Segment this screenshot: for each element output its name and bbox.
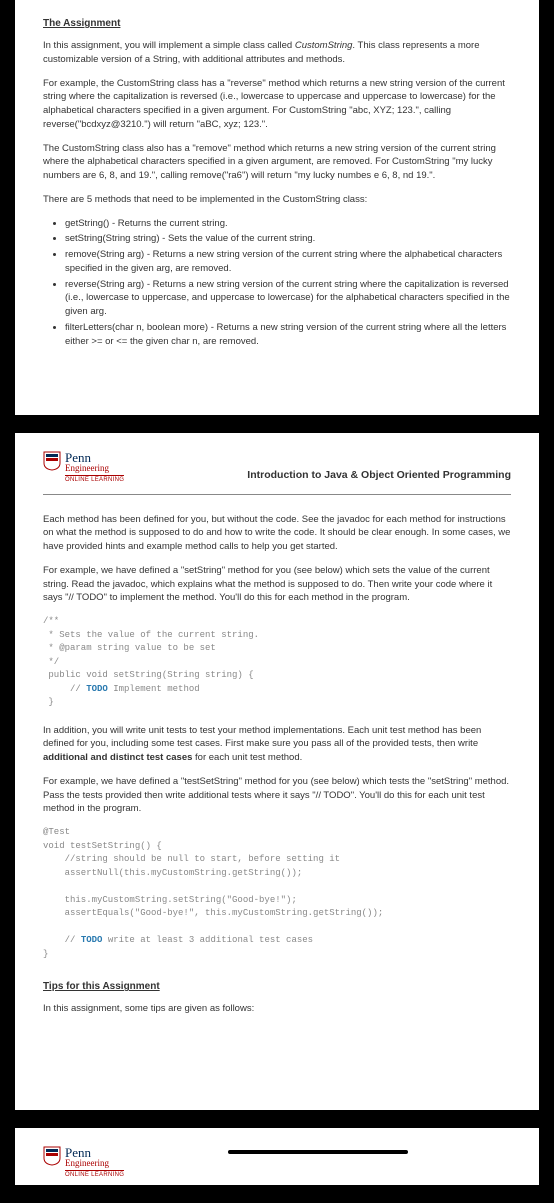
code-line: write at least 3 additional test cases <box>102 935 313 945</box>
code-line: // <box>43 935 81 945</box>
code-line: */ <box>43 657 59 667</box>
intro-paragraph-4: There are 5 methods that need to be impl… <box>43 193 511 207</box>
code-line: /** <box>43 616 59 626</box>
code-line: assertNull(this.myCustomString.getString… <box>43 868 302 878</box>
scrollbar-indicator[interactable] <box>228 1150 408 1154</box>
list-item: getString() - Returns the current string… <box>65 217 511 231</box>
body-paragraph: For example, we have defined a "testSetS… <box>43 775 511 816</box>
intro-paragraph-2: For example, the CustomString class has … <box>43 77 511 132</box>
logo-online-text: ONLINE LEARNING <box>65 475 124 483</box>
list-item: setString(String string) - Sets the valu… <box>65 232 511 246</box>
logo-engineering-text: Engineering <box>65 464 124 473</box>
tips-paragraph: In this assignment, some tips are given … <box>43 1002 511 1016</box>
code-line: // <box>43 684 86 694</box>
page-header: Penn Engineering ONLINE LEARNING <box>43 1146 511 1179</box>
code-line: @Test <box>43 827 70 837</box>
code-line: * @param string value to be set <box>43 643 216 653</box>
header-divider <box>43 494 511 495</box>
todo-keyword: TODO <box>86 684 108 694</box>
code-line: //string should be null to start, before… <box>43 854 340 864</box>
document-page-3: Penn Engineering ONLINE LEARNING <box>15 1128 539 1185</box>
code-line: assertEquals("Good-bye!", this.myCustomS… <box>43 908 383 918</box>
body-paragraph: For example, we have defined a "setStrin… <box>43 564 511 605</box>
code-line: void testSetString() { <box>43 841 162 851</box>
logo-text: Penn Engineering ONLINE LEARNING <box>65 451 124 484</box>
logo-text: Penn Engineering ONLINE LEARNING <box>65 1146 124 1179</box>
code-line: } <box>43 697 54 707</box>
logo-online-text: ONLINE LEARNING <box>65 1170 124 1178</box>
code-line: public void setString(String string) { <box>43 670 254 680</box>
document-page-1: The Assignment In this assignment, you w… <box>15 0 539 415</box>
text: for each unit test method. <box>192 752 302 763</box>
todo-keyword: TODO <box>81 935 103 945</box>
logo-penn-text: Penn <box>65 451 124 464</box>
method-list: getString() - Returns the current string… <box>43 217 511 349</box>
code-line: * Sets the value of the current string. <box>43 630 259 640</box>
logo-engineering-text: Engineering <box>65 1159 124 1168</box>
bold-text: additional and distinct test cases <box>43 752 192 763</box>
document-page-2: Penn Engineering ONLINE LEARNING Introdu… <box>15 433 539 1110</box>
code-line: this.myCustomString.setString("Good-bye!… <box>43 895 297 905</box>
tips-title: Tips for this Assignment <box>43 981 511 992</box>
assignment-title: The Assignment <box>43 18 511 29</box>
code-block-testsetstring: @Test void testSetString() { //string sh… <box>43 826 511 961</box>
list-item: filterLetters(char n, boolean more) - Re… <box>65 321 511 349</box>
intro-paragraph-3: The CustomString class also has a "remov… <box>43 142 511 183</box>
shield-icon <box>43 1146 61 1166</box>
text: In this assignment, you will implement a… <box>43 40 295 51</box>
shield-icon <box>43 451 61 471</box>
code-block-setstring: /** * Sets the value of the current stri… <box>43 615 511 710</box>
class-name: CustomString <box>295 40 353 51</box>
page-header: Penn Engineering ONLINE LEARNING Introdu… <box>43 451 511 484</box>
body-paragraph: Each method has been defined for you, bu… <box>43 513 511 554</box>
penn-logo: Penn Engineering ONLINE LEARNING <box>43 1146 124 1179</box>
intro-paragraph-1: In this assignment, you will implement a… <box>43 39 511 67</box>
body-paragraph: In addition, you will write unit tests t… <box>43 724 511 765</box>
code-line: Implement method <box>108 684 200 694</box>
code-line: } <box>43 949 48 959</box>
text: In addition, you will write unit tests t… <box>43 725 481 750</box>
penn-logo: Penn Engineering ONLINE LEARNING <box>43 451 124 484</box>
list-item: remove(String arg) - Returns a new strin… <box>65 248 511 276</box>
list-item: reverse(String arg) - Returns a new stri… <box>65 278 511 319</box>
course-title: Introduction to Java & Object Oriented P… <box>124 451 511 481</box>
